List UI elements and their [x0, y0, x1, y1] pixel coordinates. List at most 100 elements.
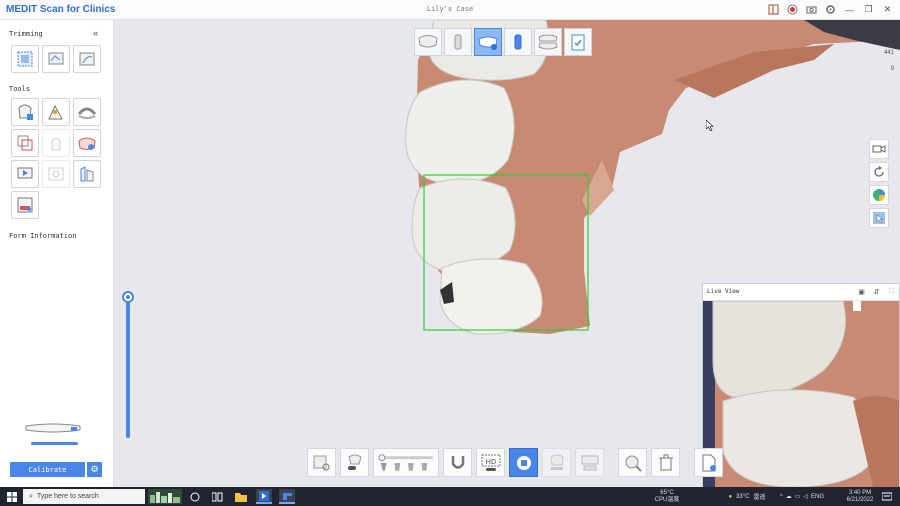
depth-slider-control[interactable]	[373, 448, 439, 477]
zoom-tooth-icon	[625, 455, 642, 472]
taskbar-search-box[interactable]: ⌕ Type here to search	[23, 489, 145, 504]
lock-tooth-tool[interactable]	[11, 98, 39, 126]
ai-filter-button[interactable]	[542, 448, 571, 477]
cpu-temp-label: CPU温度	[654, 496, 680, 503]
cloud-icon[interactable]: ☁	[786, 493, 792, 500]
tray-chevron-icon[interactable]: ^	[780, 494, 783, 500]
trim-box-icon	[17, 51, 33, 67]
live-view-minimize-icon[interactable]: ▣	[856, 286, 867, 297]
delete-button[interactable]	[651, 448, 680, 477]
trim-polygon-icon	[48, 52, 64, 65]
network-icon[interactable]: ▭	[795, 493, 801, 500]
stage-scanbody-upper[interactable]	[444, 28, 472, 56]
calibrate-button[interactable]: Calibrate	[10, 462, 85, 477]
lock-tooth-icon	[18, 104, 33, 120]
case-title: Lily's Case	[426, 5, 474, 13]
taskbar-widget-image[interactable]	[148, 489, 182, 504]
city-thumbnail-icon	[150, 492, 180, 503]
arch-tool[interactable]	[73, 98, 101, 126]
live-view-pin-icon[interactable]: ⇵	[871, 286, 882, 297]
stage-upper-jaw[interactable]	[414, 28, 442, 56]
file-explorer-icon[interactable]	[233, 489, 249, 504]
app-taskbar-icon-1[interactable]	[256, 489, 272, 504]
filter-tooth-icon	[347, 454, 362, 470]
task-view-icon[interactable]	[210, 489, 224, 504]
arch-type-button[interactable]	[443, 448, 472, 477]
scanbody-icon	[454, 34, 462, 50]
collapse-sidebar-icon[interactable]: «	[93, 28, 98, 38]
restore-icon[interactable]: ❐	[862, 3, 875, 16]
trim-lasso-tool[interactable]	[73, 45, 101, 73]
hand-tool[interactable]	[42, 129, 70, 157]
report-icon[interactable]	[767, 3, 780, 16]
filter-toggle-button[interactable]	[340, 448, 369, 477]
search-icon: ⌕	[29, 492, 33, 500]
live-view-expand-icon[interactable]: ⛶	[886, 286, 897, 297]
zoom-fit-button[interactable]	[618, 448, 647, 477]
scan-control-bar: HD	[307, 448, 723, 477]
weather-desc: 雷遥	[753, 495, 766, 501]
weather-sun-icon: ●	[728, 493, 733, 500]
brush-tool[interactable]	[42, 98, 70, 126]
trimming-title: Trimming	[9, 30, 43, 38]
view-tools	[869, 139, 889, 228]
cpu-temperature: 65°C CPU温度	[648, 489, 686, 504]
volume-icon[interactable]: ◁	[803, 493, 808, 500]
play-tool[interactable]	[11, 160, 39, 188]
camera-icon[interactable]	[805, 3, 818, 16]
weather-widget[interactable]: ● 33°C 雷遥	[718, 489, 776, 504]
live-view-title: Live View	[707, 288, 740, 295]
trim-lasso-icon	[79, 52, 95, 66]
stage-complete[interactable]	[564, 28, 592, 56]
search-placeholder: Type here to search	[36, 493, 99, 500]
notifications-icon[interactable]	[880, 489, 894, 504]
model-tool[interactable]	[11, 191, 39, 219]
windows-start-icon[interactable]	[5, 489, 19, 504]
stop-icon	[516, 455, 531, 470]
refresh-icon	[874, 166, 884, 177]
stage-lower-jaw[interactable]	[474, 28, 502, 56]
selection-mode-button[interactable]	[869, 208, 889, 228]
trim-box-tool[interactable]	[11, 45, 39, 73]
brush-icon	[48, 104, 63, 120]
hd-mode-button[interactable]: HD	[476, 448, 505, 477]
occlusion-align-button[interactable]	[575, 448, 604, 477]
settings-icon[interactable]	[824, 3, 837, 16]
export-document-button[interactable]	[694, 448, 723, 477]
title-bar: MEDIT Scan for Clinics Lily's Case — ❐ ✕	[0, 0, 900, 20]
system-tray: ^ ☁ ▭ ◁ ENG	[774, 489, 830, 504]
ai-filter-icon	[549, 454, 564, 470]
video-camera-icon	[872, 145, 886, 153]
language-indicator[interactable]: ENG	[811, 494, 824, 500]
cortana-icon[interactable]	[188, 489, 202, 504]
medit-taskbar-icon[interactable]	[279, 489, 295, 504]
calibration-settings-button[interactable]: ⚙	[87, 462, 102, 477]
model-view-button[interactable]	[307, 448, 336, 477]
record-icon[interactable]	[786, 3, 799, 16]
model-icon	[17, 197, 33, 213]
tools-title: Tools	[9, 85, 31, 93]
stage-scanbody-lower[interactable]	[504, 28, 532, 56]
scanner-icon	[25, 423, 81, 445]
scan-stage-bar	[414, 28, 592, 56]
margin-tool[interactable]	[73, 160, 101, 188]
capture-tool[interactable]	[42, 160, 70, 188]
minimize-icon[interactable]: —	[843, 3, 856, 16]
left-sidebar: Trimming « Tools Form Information Calibr…	[0, 20, 114, 487]
reset-view-button[interactable]	[869, 162, 889, 182]
scan-stop-button[interactable]	[509, 448, 538, 477]
color-map-tool[interactable]	[73, 129, 101, 157]
mouse-cursor-icon	[706, 120, 714, 131]
overlay-tool[interactable]	[11, 129, 39, 157]
capture-icon	[48, 167, 64, 181]
clock[interactable]: 3:40 PM 6/21/2022	[843, 489, 877, 504]
stat-bottom: 9	[890, 66, 894, 72]
color-display-button[interactable]	[869, 185, 889, 205]
live-view-header: Live View ▣ ⇵ ⛶	[703, 284, 899, 301]
stage-occlusion[interactable]	[534, 28, 562, 56]
document-export-icon	[702, 454, 716, 471]
cpu-temp-value: 65°C	[660, 489, 674, 496]
trim-polygon-tool[interactable]	[42, 45, 70, 73]
screen-record-button[interactable]	[869, 139, 889, 159]
close-icon[interactable]: ✕	[881, 3, 894, 16]
